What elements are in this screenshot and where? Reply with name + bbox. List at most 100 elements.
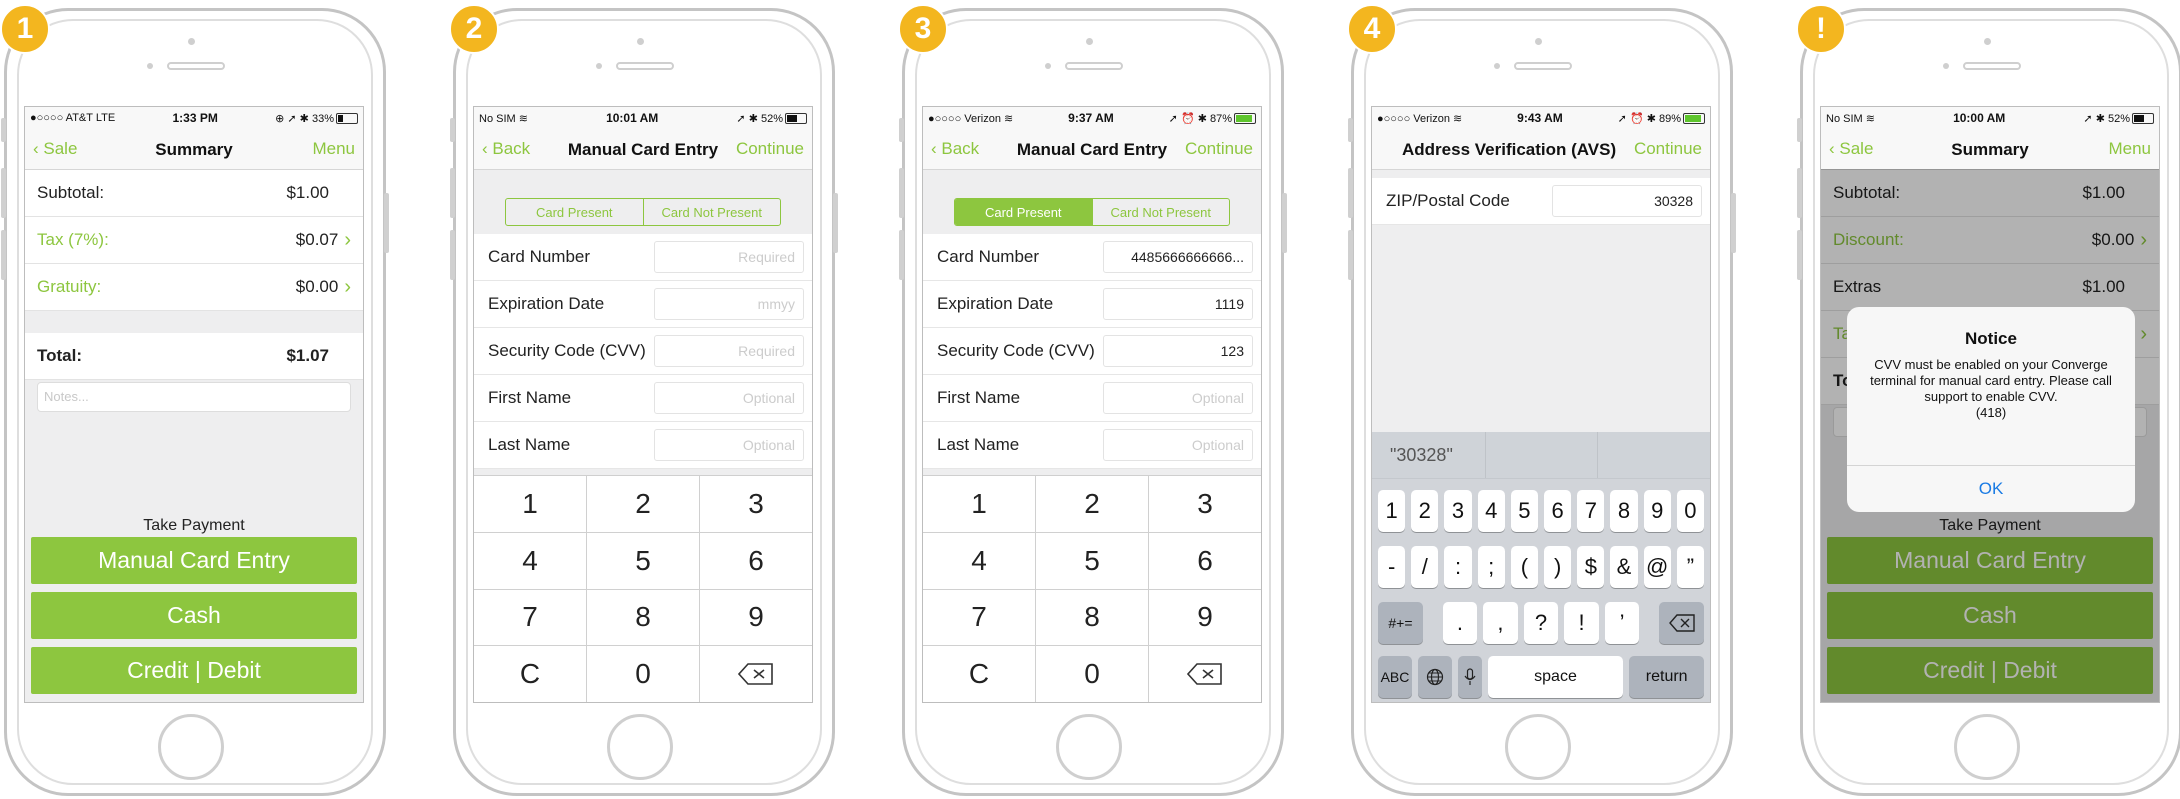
- first-name-field[interactable]: Optional: [654, 382, 804, 414]
- card-number-field[interactable]: 4485666666666...: [1103, 241, 1253, 273]
- key[interactable]: (: [1510, 546, 1539, 588]
- key[interactable]: -: [1378, 546, 1406, 588]
- home-button[interactable]: [607, 714, 673, 780]
- key-1[interactable]: 1: [923, 476, 1035, 532]
- volume-down: [1348, 230, 1353, 280]
- step-badge: 3: [898, 4, 948, 54]
- key-8[interactable]: 8: [587, 589, 699, 646]
- credit-debit-button[interactable]: Credit | Debit: [31, 647, 357, 694]
- key-1[interactable]: 1: [474, 476, 586, 532]
- key-3[interactable]: 3: [700, 476, 812, 532]
- key-5[interactable]: 5: [1036, 532, 1148, 589]
- cvv-field[interactable]: Required: [654, 335, 804, 367]
- home-button[interactable]: [158, 714, 224, 780]
- menu-button[interactable]: Menu: [312, 139, 355, 159]
- suggestion[interactable]: "30328": [1372, 432, 1485, 478]
- tax-row[interactable]: Tax (7%): $0.07 ›: [25, 217, 363, 264]
- card-present-option[interactable]: Card Present: [506, 199, 643, 225]
- gratuity-row[interactable]: Gratuity: $0.00 ›: [25, 264, 363, 311]
- key-8[interactable]: 8: [1036, 589, 1148, 646]
- backspace-key[interactable]: [700, 646, 812, 702]
- more-symbols-key[interactable]: #+=: [1378, 602, 1423, 644]
- key-7[interactable]: 7: [474, 589, 586, 646]
- space-key[interactable]: space: [1487, 656, 1624, 698]
- key[interactable]: ’: [1604, 602, 1640, 644]
- key[interactable]: ): [1544, 546, 1572, 588]
- key-6[interactable]: 6: [1149, 532, 1261, 589]
- continue-button[interactable]: Continue: [1634, 139, 1702, 159]
- key-5[interactable]: 5: [587, 532, 699, 589]
- key[interactable]: @: [1643, 546, 1671, 588]
- cvv-field[interactable]: 123: [1103, 335, 1253, 367]
- continue-button[interactable]: Continue: [1185, 139, 1253, 159]
- key[interactable]: ;: [1477, 546, 1505, 588]
- card-present-option[interactable]: Card Present: [955, 199, 1092, 225]
- key[interactable]: 0: [1676, 490, 1705, 532]
- return-key[interactable]: return: [1629, 656, 1705, 698]
- key-0[interactable]: 0: [1036, 646, 1148, 702]
- key-3[interactable]: 3: [1149, 476, 1261, 532]
- home-button[interactable]: [1056, 714, 1122, 780]
- key[interactable]: :: [1444, 546, 1472, 588]
- backspace-key[interactable]: [1149, 646, 1261, 702]
- key[interactable]: ”: [1676, 546, 1705, 588]
- key-0[interactable]: 0: [587, 646, 699, 702]
- key-6[interactable]: 6: [700, 532, 812, 589]
- manual-card-entry-button[interactable]: Manual Card Entry: [31, 537, 357, 584]
- key[interactable]: /: [1411, 546, 1439, 588]
- key[interactable]: 8: [1610, 490, 1638, 532]
- key[interactable]: !: [1564, 602, 1599, 644]
- home-button[interactable]: [1954, 714, 2020, 780]
- key-2[interactable]: 2: [1036, 476, 1148, 532]
- notes-field[interactable]: Notes...: [37, 382, 351, 412]
- key-9[interactable]: 9: [700, 589, 812, 646]
- expiration-field[interactable]: 1119: [1103, 288, 1253, 320]
- key-4[interactable]: 4: [474, 532, 586, 589]
- globe-key[interactable]: [1417, 656, 1452, 698]
- key[interactable]: 7: [1577, 490, 1605, 532]
- last-name-field[interactable]: Optional: [654, 429, 804, 461]
- delete-key[interactable]: [1659, 602, 1705, 644]
- key-7[interactable]: 7: [923, 589, 1035, 646]
- last-name-row: Last Name Optional: [923, 422, 1261, 469]
- ok-button[interactable]: OK: [1847, 465, 2135, 512]
- home-button[interactable]: [1505, 714, 1571, 780]
- menu-button[interactable]: Menu: [2108, 139, 2151, 159]
- carrier: ●○○○○ AT&T LTE: [30, 112, 116, 124]
- key[interactable]: 2: [1411, 490, 1439, 532]
- key-4[interactable]: 4: [923, 532, 1035, 589]
- key-clear[interactable]: C: [474, 646, 586, 702]
- zip-field[interactable]: 30328: [1552, 185, 1702, 217]
- expiration-field[interactable]: mmyy: [654, 288, 804, 320]
- key[interactable]: $: [1577, 546, 1605, 588]
- row-label: Subtotal:: [37, 183, 105, 202]
- key-9[interactable]: 9: [1149, 589, 1261, 646]
- card-number-field[interactable]: Required: [654, 241, 804, 273]
- card-not-present-option[interactable]: Card Not Present: [1091, 199, 1230, 225]
- dictation-key[interactable]: [1457, 656, 1482, 698]
- card-not-present-option[interactable]: Card Not Present: [642, 199, 781, 225]
- key[interactable]: &: [1610, 546, 1638, 588]
- key-2[interactable]: 2: [587, 476, 699, 532]
- key[interactable]: 3: [1444, 490, 1472, 532]
- key-clear[interactable]: C: [923, 646, 1035, 702]
- key[interactable]: ?: [1523, 602, 1559, 644]
- key[interactable]: 4: [1477, 490, 1505, 532]
- key[interactable]: 6: [1544, 490, 1572, 532]
- key[interactable]: .: [1442, 602, 1478, 644]
- continue-button[interactable]: Continue: [736, 139, 804, 159]
- cash-button[interactable]: Cash: [31, 592, 357, 639]
- proximity-sensor: [596, 63, 602, 69]
- first-name-field[interactable]: Optional: [1103, 382, 1253, 414]
- mute-switch: [1, 118, 6, 142]
- last-name-field[interactable]: Optional: [1103, 429, 1253, 461]
- key[interactable]: ,: [1483, 602, 1518, 644]
- mute-switch: [899, 118, 904, 142]
- key[interactable]: 1: [1378, 490, 1406, 532]
- status-bar: No SIM ≋ 10:00 AM ➚ ✱ 52%: [1821, 107, 2159, 129]
- clock: 9:37 AM: [1068, 111, 1114, 125]
- abc-key[interactable]: ABC: [1378, 656, 1412, 698]
- key[interactable]: 5: [1510, 490, 1539, 532]
- status-bar: ●○○○○ AT&T LTE 1:33 PM ⊕ ➚ ✱ 33%: [25, 107, 363, 129]
- key[interactable]: 9: [1643, 490, 1671, 532]
